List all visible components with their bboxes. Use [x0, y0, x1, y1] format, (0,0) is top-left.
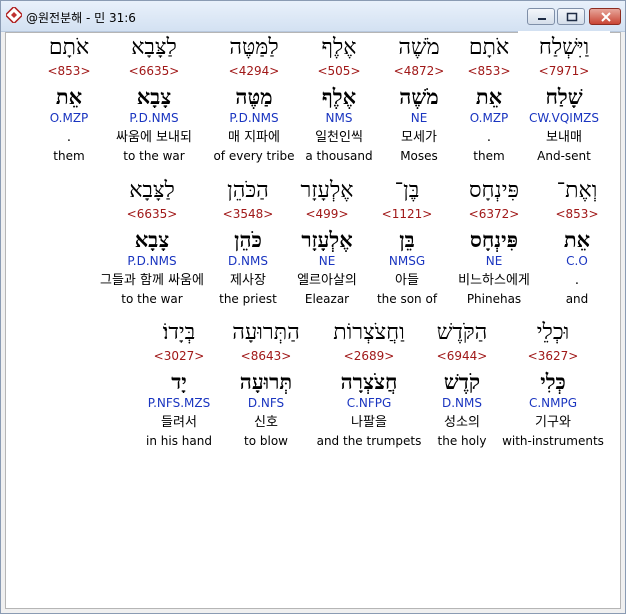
korean-gloss: 그들과 함께 싸움에 — [100, 273, 204, 288]
hebrew-word: בְּיָדוֹ׃ — [162, 320, 196, 345]
english-gloss: to blow — [244, 434, 288, 448]
root-word: חֲצֹצְרָה — [340, 369, 398, 394]
app-logo-icon — [4, 5, 24, 25]
korean-gloss: 비느하스에게 — [458, 273, 530, 288]
morphology-code: NE — [485, 254, 503, 268]
morphology-code: O.MZP — [49, 111, 89, 125]
strong-number[interactable]: <8643> — [215, 349, 317, 363]
english-gloss: the holy — [437, 434, 487, 448]
morphology-code: P.NFS.MZS — [147, 396, 211, 410]
english-gloss: of every tribe — [213, 149, 295, 163]
korean-gloss: 매 지파에 — [228, 130, 280, 145]
morphology-code: D.NMS — [227, 254, 268, 268]
root-word: אֵת — [55, 84, 83, 109]
close-button[interactable] — [589, 8, 621, 25]
root-word: צָבָא — [134, 227, 170, 252]
hebrew-word: הַקֹּדֶשׁ — [436, 320, 488, 345]
hebrew-word: לַצָּבָא — [129, 178, 175, 203]
english-gloss: Phinehas — [466, 292, 522, 306]
root-word: כְּלִי — [540, 369, 566, 394]
english-gloss: the priest — [219, 292, 277, 306]
strong-number[interactable]: <3027> — [128, 349, 230, 363]
root-word: פִּינְחָס — [469, 227, 519, 252]
root-word: תְּרוּעָה — [239, 369, 293, 394]
strong-number[interactable]: <4294> — [203, 64, 305, 78]
hebrew-word: וּכְלֵי — [536, 320, 570, 345]
hebrew-word: לַמַּטֶּה — [229, 35, 279, 60]
strong-number[interactable]: <853> — [18, 64, 120, 78]
strong-number[interactable]: <6944> — [411, 349, 513, 363]
minimize-icon — [538, 18, 546, 20]
maximize-button[interactable] — [557, 8, 585, 25]
korean-gloss: 나팔을 — [351, 415, 387, 430]
morphology-code: C.NFPG — [346, 396, 392, 410]
english-gloss: with-instruments — [502, 434, 604, 448]
window-title: @원전분해 - 민 31:6 — [26, 11, 136, 25]
english-gloss: and the trumpets — [316, 434, 422, 448]
english-gloss: in his hand — [146, 434, 212, 448]
root-word: קֹדֶשׁ — [443, 369, 481, 394]
strong-number[interactable]: <6372> — [443, 207, 545, 221]
minimize-button[interactable] — [527, 8, 555, 25]
hebrew-word: הַכֹּהֵן — [227, 178, 269, 203]
morphology-code: P.D.NMS — [127, 254, 177, 268]
english-gloss: them — [53, 149, 85, 163]
close-icon — [601, 12, 611, 22]
morphology-code: P.D.NMS — [229, 111, 279, 125]
morphology-code: C.NMPG — [528, 396, 578, 410]
korean-gloss: 성소의 — [444, 415, 480, 430]
korean-gloss: 제사장 — [230, 273, 266, 288]
title-bar[interactable]: @원전분해 - 민 31:6 — [1, 1, 625, 32]
morphology-code: D.NFS — [247, 396, 285, 410]
strong-number[interactable]: <2689> — [314, 349, 424, 363]
strong-number[interactable]: <3548> — [197, 207, 299, 221]
korean-gloss: 신호 — [254, 415, 278, 430]
root-word: יָד — [171, 369, 187, 394]
root-word: כֹּהֵן — [234, 227, 262, 252]
morphology-code: D.NMS — [441, 396, 482, 410]
hebrew-word: פִּינְחָס — [469, 178, 519, 203]
korean-gloss: 들려서 — [161, 415, 197, 430]
maximize-icon — [566, 12, 578, 22]
hebrew-word: וַחֲצֹצְרוֹת — [333, 320, 405, 345]
strong-number[interactable]: <6635> — [92, 207, 212, 221]
hebrew-word: אֹתָם — [48, 35, 90, 60]
english-gloss: to the war — [121, 292, 183, 306]
korean-gloss: . — [66, 130, 72, 145]
korean-gloss: 기구와 — [535, 415, 571, 430]
root-word: מַטֶּה — [235, 84, 273, 109]
strong-number[interactable]: <3627> — [502, 349, 604, 363]
hebrew-word: הַתְּרוּעָה — [232, 320, 300, 345]
